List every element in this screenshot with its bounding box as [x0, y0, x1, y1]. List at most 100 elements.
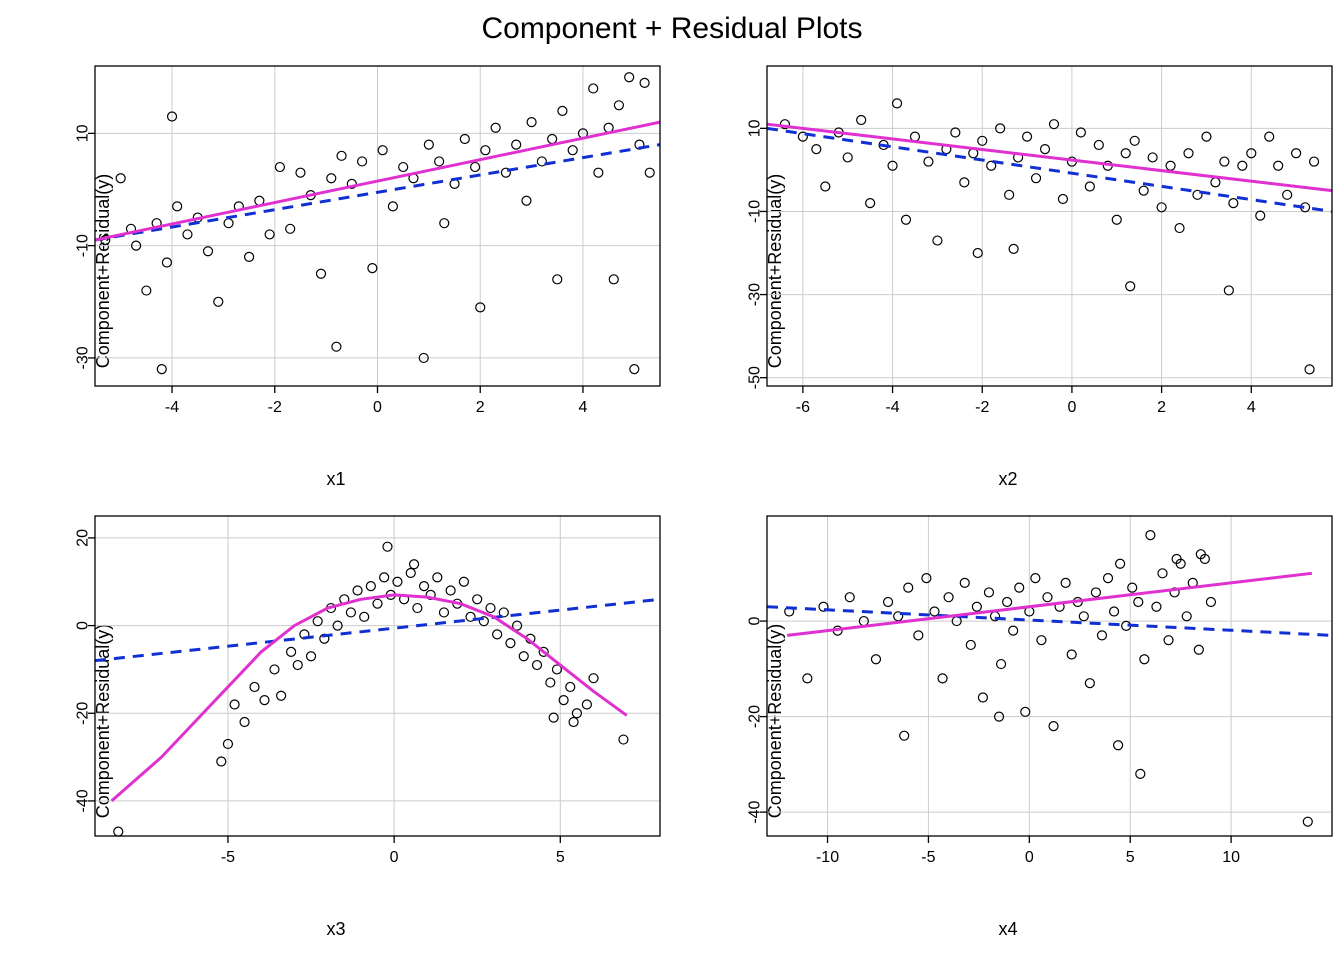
data-point — [173, 202, 182, 211]
data-point — [1130, 136, 1139, 145]
data-point — [972, 602, 981, 611]
data-point — [1049, 722, 1058, 731]
data-point — [1305, 365, 1314, 374]
data-point — [410, 560, 419, 569]
data-point — [893, 99, 902, 108]
data-point — [1136, 769, 1145, 778]
data-point — [625, 73, 634, 82]
data-point — [1238, 161, 1247, 170]
data-point — [358, 157, 367, 166]
y-tick-label: -30 — [75, 346, 92, 369]
data-point — [245, 252, 254, 261]
data-point — [1009, 626, 1018, 635]
smooth-fit-line — [787, 573, 1312, 635]
x-tick-label: 10 — [1222, 849, 1240, 866]
y-tick-label: 20 — [75, 529, 92, 547]
y-tick-label: 10 — [747, 119, 764, 137]
data-point — [1202, 132, 1211, 141]
data-point — [293, 661, 302, 670]
y-tick-label: -10 — [75, 234, 92, 257]
x-tick-label: 5 — [556, 849, 565, 866]
data-point — [1023, 132, 1032, 141]
data-point — [566, 682, 575, 691]
data-point — [307, 652, 316, 661]
x-tick-label: 0 — [1067, 399, 1076, 416]
data-point — [821, 182, 830, 191]
cr-plot-x2: Component+Residual(y) x2 -6-4-2024-50-30… — [672, 46, 1344, 496]
data-point — [609, 275, 618, 284]
data-point — [914, 631, 923, 640]
data-point — [938, 674, 947, 683]
data-point — [250, 682, 259, 691]
data-point — [378, 146, 387, 155]
data-point — [433, 573, 442, 582]
plot-frame — [767, 516, 1332, 836]
data-point — [1061, 578, 1070, 587]
data-point — [1015, 583, 1024, 592]
data-point — [327, 174, 336, 183]
x-tick-label: -2 — [268, 399, 282, 416]
y-tick-label: -40 — [747, 800, 764, 823]
data-point — [1126, 282, 1135, 291]
x-tick-label: 4 — [1247, 399, 1256, 416]
x-tick-label: 4 — [579, 399, 588, 416]
x-tick-label: -5 — [221, 849, 235, 866]
data-point — [439, 608, 448, 617]
plot-svg: -10-50510-40-200 — [672, 496, 1344, 946]
data-point — [224, 219, 233, 228]
data-point — [1148, 153, 1157, 162]
data-point — [1114, 741, 1123, 750]
data-point — [619, 735, 628, 744]
data-point — [230, 700, 239, 709]
data-point — [275, 163, 284, 172]
data-point — [460, 134, 469, 143]
data-point — [569, 718, 578, 727]
data-point — [1166, 161, 1175, 170]
data-point — [214, 297, 223, 306]
data-point — [568, 146, 577, 155]
x-tick-label: -5 — [921, 849, 935, 866]
data-point — [589, 84, 598, 93]
data-point — [1184, 149, 1193, 158]
data-point — [1076, 128, 1085, 137]
data-point — [1097, 631, 1106, 640]
data-point — [1211, 178, 1220, 187]
x-tick-label: 0 — [373, 399, 382, 416]
data-point — [388, 202, 397, 211]
data-point — [424, 140, 433, 149]
data-point — [1041, 145, 1050, 154]
data-point — [960, 178, 969, 187]
data-point — [406, 568, 415, 577]
data-point — [803, 674, 812, 683]
data-point — [360, 612, 369, 621]
data-point — [1032, 174, 1041, 183]
cr-plot-x3: Component+Residual(y) x3 -505-40-20020 — [0, 496, 672, 946]
y-tick-label: -40 — [75, 789, 92, 812]
data-point — [380, 573, 389, 582]
data-point — [440, 219, 449, 228]
data-point — [1206, 597, 1215, 606]
y-tick-label: 0 — [75, 621, 92, 630]
data-point — [645, 168, 654, 177]
data-point — [1037, 636, 1046, 645]
data-point — [506, 639, 515, 648]
plot-svg: -4-2024-30-1010 — [0, 46, 672, 496]
data-point — [1139, 186, 1148, 195]
data-point — [558, 106, 567, 115]
data-point — [594, 168, 603, 177]
data-point — [1085, 182, 1094, 191]
data-point — [491, 123, 500, 132]
y-tick-label: 0 — [747, 617, 764, 626]
x-tick-label: 2 — [476, 399, 485, 416]
data-point — [1058, 194, 1067, 203]
data-point — [904, 583, 913, 592]
data-point — [582, 700, 591, 709]
data-point — [902, 215, 911, 224]
data-point — [640, 78, 649, 87]
data-point — [1079, 612, 1088, 621]
data-point — [960, 578, 969, 587]
data-point — [933, 236, 942, 245]
data-point — [265, 230, 274, 239]
data-point — [1043, 593, 1052, 602]
data-point — [204, 247, 213, 256]
